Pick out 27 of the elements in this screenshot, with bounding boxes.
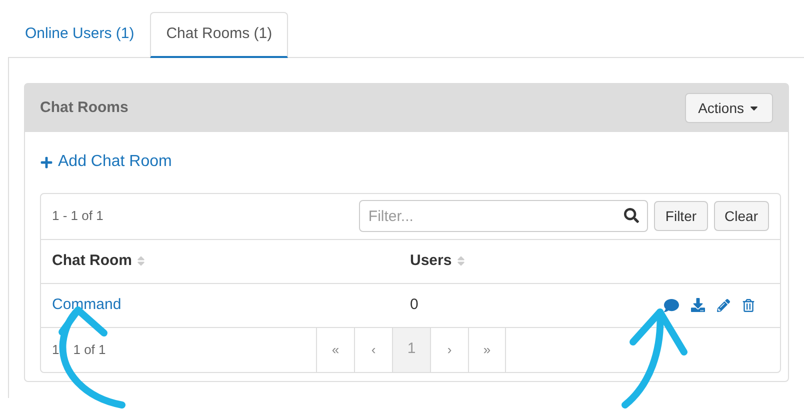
page-button[interactable]: › [430,328,468,372]
column-header[interactable]: Users [410,250,467,272]
page-button[interactable]: » [468,328,506,372]
tab[interactable]: Online Users (1) [9,12,150,57]
range-text: 1 [52,340,60,359]
panel-title: Chat Rooms [40,98,128,118]
download-icon[interactable] [691,298,705,312]
add-chat-room-link[interactable]: Add Chat Room [40,150,172,174]
chat-icon[interactable] [664,298,679,312]
tab[interactable]: Chat Rooms (1) [150,12,288,58]
page-button[interactable]: « [316,328,354,372]
plus-icon [40,156,53,168]
column-header[interactable]: Chat Room [52,250,410,272]
range-text: 1 of 1 [73,340,106,359]
edit-icon[interactable] [717,298,730,312]
clear-button[interactable]: Clear [714,201,769,231]
sort-icon [454,255,467,267]
actions-button[interactable]: Actions [685,93,773,123]
filter-button[interactable]: Filter [654,201,708,231]
search-icon [624,208,640,223]
table-cell-text: 0 [410,294,418,315]
chat-room-link[interactable]: Command [52,294,410,316]
sort-icon [135,255,147,267]
range-text: 1 - 1 of 1 [52,207,104,226]
page-button[interactable]: 1 [392,328,430,372]
filter-field[interactable]: Filter... [359,200,648,232]
delete-icon[interactable] [742,298,755,312]
